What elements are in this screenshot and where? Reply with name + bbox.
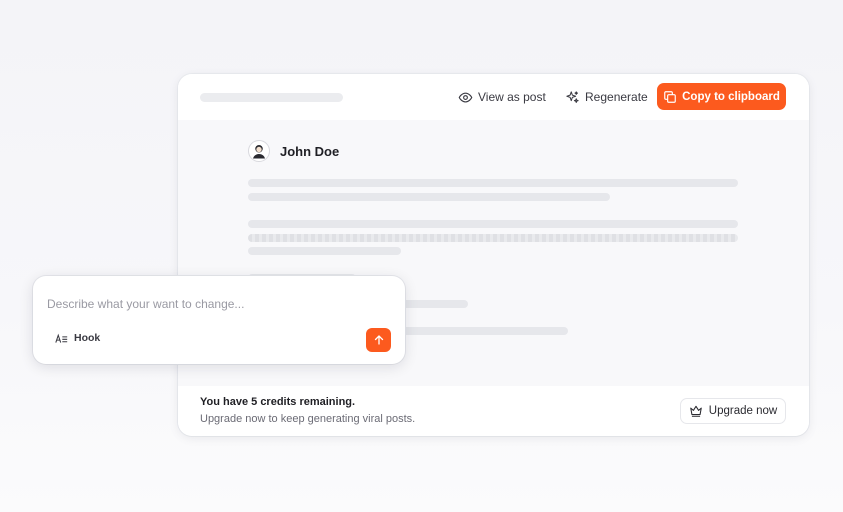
user-avatar-icon bbox=[253, 145, 265, 159]
credits-footer: You have 5 credits remaining. Upgrade no… bbox=[178, 386, 809, 436]
regenerate-label: Regenerate bbox=[585, 90, 648, 104]
hook-selector[interactable]: Hook bbox=[55, 332, 100, 344]
skeleton-line bbox=[248, 220, 738, 228]
skeleton-line bbox=[248, 247, 401, 255]
crown-icon bbox=[690, 405, 702, 417]
view-as-post-button[interactable]: View as post bbox=[458, 84, 546, 110]
preview-toolbar: View as post Regenerate Copy to clipboar… bbox=[178, 74, 809, 120]
post-author: John Doe bbox=[248, 140, 339, 162]
copy-to-clipboard-label: Copy to clipboard bbox=[682, 90, 780, 103]
skeleton-line bbox=[248, 193, 610, 201]
post-preview-card: View as post Regenerate Copy to clipboar… bbox=[178, 74, 809, 436]
upgrade-now-button[interactable]: Upgrade now bbox=[680, 398, 786, 424]
title-skeleton bbox=[200, 93, 343, 102]
edit-prompt-card: Hook bbox=[33, 276, 405, 364]
change-request-input[interactable] bbox=[47, 294, 377, 314]
eye-icon bbox=[458, 92, 473, 102]
send-button[interactable] bbox=[366, 328, 391, 352]
credits-subtitle: Upgrade now to keep generating viral pos… bbox=[200, 413, 416, 425]
regenerate-button[interactable]: Regenerate bbox=[565, 84, 648, 110]
sparkles-icon bbox=[566, 90, 579, 103]
copy-to-clipboard-button[interactable]: Copy to clipboard bbox=[657, 83, 786, 110]
skeleton-line bbox=[248, 234, 738, 242]
avatar bbox=[248, 140, 270, 162]
credits-title: You have 5 credits remaining. bbox=[200, 396, 356, 408]
view-as-post-label: View as post bbox=[478, 90, 546, 104]
copy-icon bbox=[664, 90, 676, 103]
arrow-up-icon bbox=[374, 335, 383, 345]
upgrade-now-label: Upgrade now bbox=[708, 405, 778, 417]
text-format-icon bbox=[55, 333, 68, 343]
author-name: John Doe bbox=[280, 143, 340, 159]
skeleton-line bbox=[248, 179, 738, 187]
hook-label: Hook bbox=[74, 332, 101, 344]
